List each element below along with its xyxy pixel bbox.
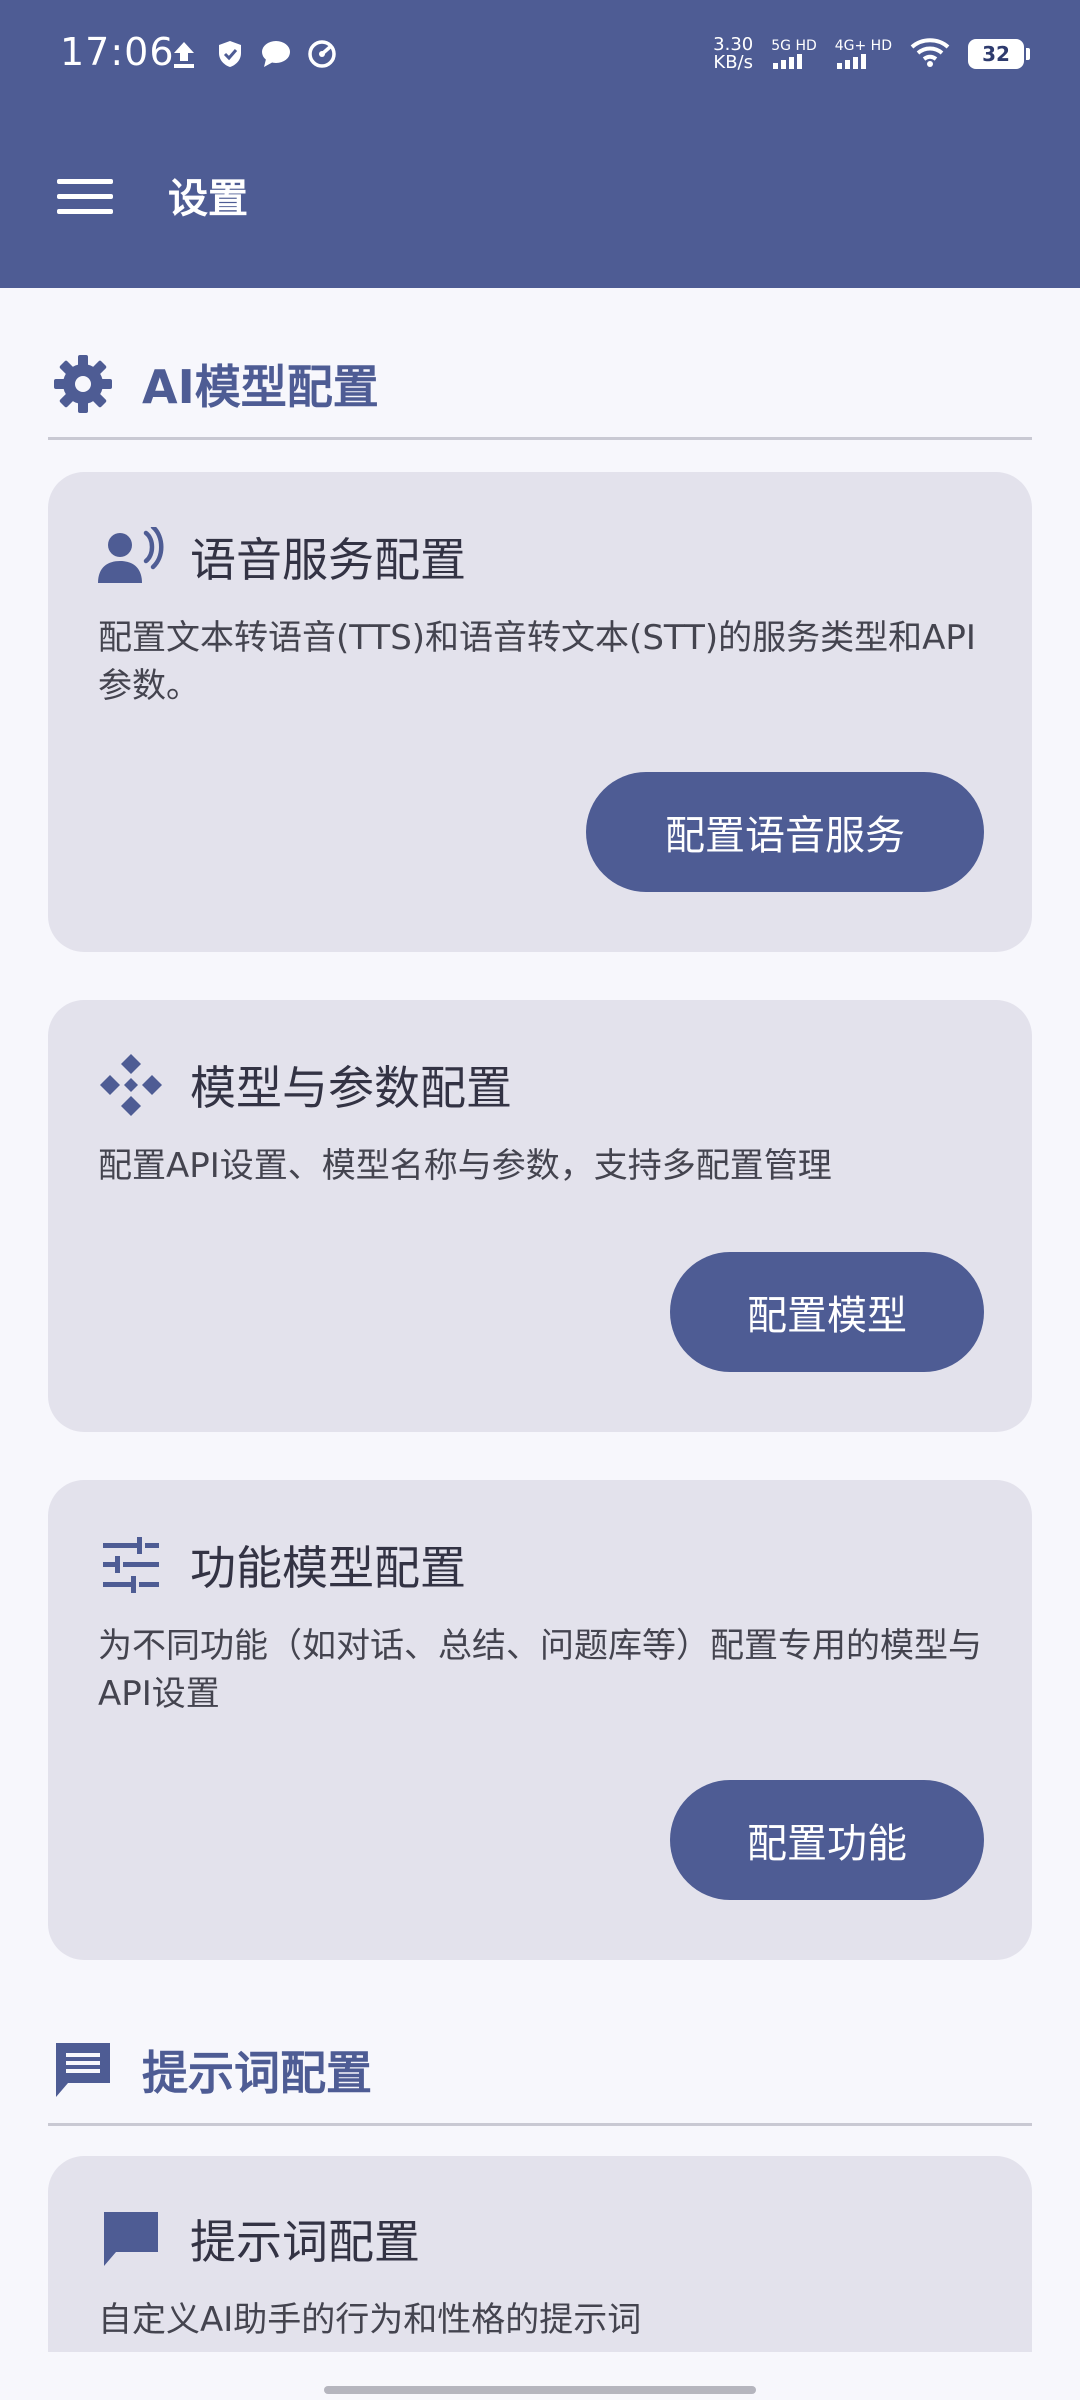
menu-button[interactable] bbox=[40, 152, 130, 242]
card-function-model: 功能模型配置 为不同功能（如对话、总结、问题库等）配置专用的模型与API设置 配… bbox=[48, 1480, 1032, 1960]
card-description: 配置文本转语音(TTS)和语音转文本(STT)的服务类型和API参数。 bbox=[98, 618, 976, 706]
voice-speaker-icon bbox=[96, 522, 166, 592]
section-title: 提示词配置 bbox=[142, 2045, 372, 2100]
hamburger-menu-icon bbox=[57, 179, 113, 214]
card-title: 功能模型配置 bbox=[190, 1541, 466, 1595]
configure-model-button[interactable]: 配置模型 bbox=[670, 1252, 984, 1372]
card-description: 自定义AI助手的行为和性格的提示词 bbox=[98, 2300, 642, 2340]
configure-function-button[interactable]: 配置功能 bbox=[670, 1780, 984, 1900]
upload-icon bbox=[168, 38, 200, 70]
network-speed: 3.30 KB/s bbox=[713, 36, 753, 72]
model-diamond-icon bbox=[96, 1050, 166, 1120]
home-indicator[interactable] bbox=[324, 2386, 756, 2394]
card-description: 为不同功能（如对话、总结、问题库等）配置专用的模型与API设置 bbox=[98, 1626, 982, 1714]
page-title: 设置 bbox=[168, 176, 248, 222]
shield-icon bbox=[214, 38, 246, 70]
card-model-parameters: 模型与参数配置 配置API设置、模型名称与参数，支持多配置管理 配置模型 bbox=[48, 1000, 1032, 1432]
notification-icons bbox=[168, 38, 338, 70]
wifi-icon bbox=[910, 36, 950, 72]
signal-bars-icon bbox=[773, 54, 803, 69]
card-title: 提示词配置 bbox=[190, 2215, 420, 2269]
app-bar: 17:06 3.30 KB/s 5G HD 4G+ HD 32 设置 bbox=[0, 0, 1080, 288]
message-bubble-icon bbox=[260, 38, 292, 70]
card-title: 模型与参数配置 bbox=[190, 1061, 512, 1115]
card-description: 配置API设置、模型名称与参数，支持多配置管理 bbox=[98, 1146, 832, 1186]
gear-icon bbox=[48, 349, 118, 419]
sim2-signal: 4G+ HD bbox=[835, 39, 892, 69]
card-header: 模型与参数配置 bbox=[96, 1050, 512, 1120]
toolbar: 设置 bbox=[0, 112, 1080, 288]
section-header-prompt: 提示词配置 bbox=[48, 2016, 1032, 2126]
card-prompt: 提示词配置 自定义AI助手的行为和性格的提示词 bbox=[48, 2156, 1032, 2352]
system-icons: 3.30 KB/s 5G HD 4G+ HD 32 bbox=[713, 36, 1030, 72]
sim1-label: 5G HD bbox=[771, 38, 817, 54]
card-voice-service: 语音服务配置 配置文本转语音(TTS)和语音转文本(STT)的服务类型和API参… bbox=[48, 472, 1032, 952]
card-header: 功能模型配置 bbox=[96, 1530, 466, 1600]
net-speed-unit: KB/s bbox=[713, 52, 753, 73]
sim2-label: 4G+ HD bbox=[834, 38, 892, 54]
card-header: 提示词配置 bbox=[96, 2204, 420, 2274]
signal-bars-icon bbox=[836, 54, 866, 69]
chat-bubble-icon bbox=[96, 2204, 166, 2274]
status-time: 17:06 bbox=[60, 30, 175, 74]
battery-level: 32 bbox=[982, 42, 1010, 66]
battery-indicator: 32 bbox=[968, 39, 1030, 69]
chat-message-icon bbox=[48, 2035, 118, 2105]
card-title: 语音服务配置 bbox=[190, 533, 466, 587]
section-header-ai-model: AI模型配置 bbox=[48, 330, 1032, 440]
configure-voice-service-button[interactable]: 配置语音服务 bbox=[586, 772, 984, 892]
status-bar: 17:06 3.30 KB/s 5G HD 4G+ HD 32 bbox=[0, 0, 1080, 112]
sim1-signal: 5G HD bbox=[771, 39, 817, 69]
section-title: AI模型配置 bbox=[142, 359, 379, 414]
card-header: 语音服务配置 bbox=[96, 522, 466, 592]
sync-icon bbox=[306, 38, 338, 70]
sliders-tune-icon bbox=[96, 1530, 166, 1600]
